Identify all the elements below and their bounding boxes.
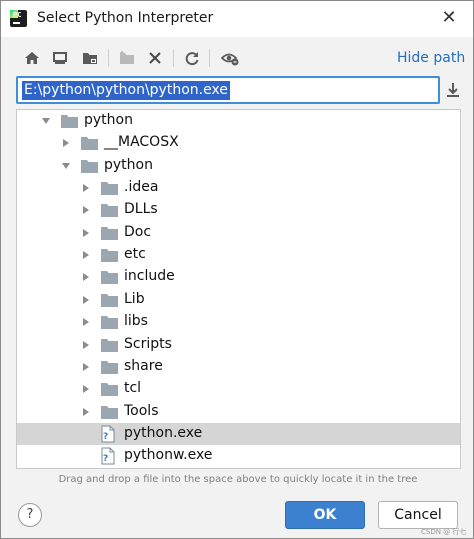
tree-folder-row[interactable]: etc xyxy=(17,244,460,266)
tree-item-label: Tools xyxy=(124,402,159,419)
folder-icon xyxy=(101,405,118,419)
toolbar-separator xyxy=(173,49,174,67)
toolbar-separator xyxy=(108,49,109,67)
tree-item-label: Doc xyxy=(124,223,152,240)
collapse-right-arrow-icon[interactable] xyxy=(81,228,91,238)
tree-folder-row[interactable]: libs xyxy=(17,311,460,333)
ok-button[interactable]: OK xyxy=(285,501,365,529)
dialog-title: Select Python Interpreter xyxy=(37,10,214,26)
folder-icon xyxy=(101,182,118,196)
cancel-button[interactable]: Cancel xyxy=(378,501,458,529)
tree-item-label: etc xyxy=(124,246,146,263)
path-input[interactable]: E:\python\python\python.exe xyxy=(16,76,440,104)
collapse-right-arrow-icon[interactable] xyxy=(81,205,91,215)
download-icon[interactable] xyxy=(445,81,461,99)
folder-icon xyxy=(101,271,118,285)
folder-icon xyxy=(101,226,118,240)
collapse-right-arrow-icon[interactable] xyxy=(81,183,91,193)
tree-folder-row[interactable]: share xyxy=(17,356,460,378)
tree-item-label: libs xyxy=(124,313,148,330)
home-icon[interactable] xyxy=(22,48,42,68)
folder-icon xyxy=(101,383,118,397)
svg-text:?: ? xyxy=(103,432,108,442)
title-bar: PC Select Python Interpreter ✕ xyxy=(1,1,473,37)
folder-icon xyxy=(101,360,118,374)
folder-icon xyxy=(61,115,78,128)
collapse-right-arrow-icon[interactable] xyxy=(81,384,91,394)
refresh-icon[interactable] xyxy=(182,48,202,68)
new-folder-icon[interactable] xyxy=(117,48,137,68)
delete-icon[interactable] xyxy=(145,48,165,68)
tree-item-label: python.exe xyxy=(124,424,203,441)
dialog-window: PC Select Python Interpreter ✕ Hide path xyxy=(0,0,474,539)
collapse-right-arrow-icon[interactable] xyxy=(81,250,91,260)
tree-folder-row[interactable]: .idea xyxy=(17,177,460,199)
tree-folder-row[interactable]: python xyxy=(17,155,460,177)
collapse-right-arrow-icon[interactable] xyxy=(81,295,91,305)
tree-folder-row[interactable]: Doc xyxy=(17,222,460,244)
tree-folder-row[interactable]: Scripts xyxy=(17,334,460,356)
tree-folder-row[interactable]: __MACOSX xyxy=(17,132,460,154)
collapse-right-arrow-icon[interactable] xyxy=(81,407,91,417)
folder-icon xyxy=(101,249,118,263)
folder-icon xyxy=(81,159,98,173)
tree-item-label: Lib xyxy=(124,290,145,307)
toolbar: Hide path xyxy=(1,41,474,75)
collapse-right-arrow-icon[interactable] xyxy=(81,362,91,372)
folder-icon xyxy=(101,293,118,307)
expand-down-arrow-icon[interactable] xyxy=(41,116,51,126)
file-tree[interactable]: python __MACOSX python .idea DLLs Doc etc inclu… xyxy=(16,109,461,469)
tree-item-label: pythonw.exe xyxy=(124,447,213,464)
tree-item-label: .idea xyxy=(124,179,159,196)
python-file-icon: ? xyxy=(101,447,115,465)
folder-icon xyxy=(81,137,98,151)
tree-folder-row[interactable]: Tools xyxy=(17,401,460,423)
tree-item-label: DLLs xyxy=(124,201,158,218)
tree-file-row[interactable]: ? python.exe xyxy=(17,422,460,445)
tree-item-label: share xyxy=(124,357,163,374)
tree-file-row[interactable]: ? pythonw.exe xyxy=(17,445,460,467)
collapse-right-arrow-icon[interactable] xyxy=(81,317,91,327)
project-folder-icon[interactable] xyxy=(80,48,100,68)
toolbar-separator xyxy=(209,49,210,67)
show-hidden-icon[interactable] xyxy=(220,48,240,68)
tree-item-label: python xyxy=(104,156,153,173)
tree-folder-row[interactable]: tcl xyxy=(17,378,460,400)
drag-drop-hint: Drag and drop a file into the space abov… xyxy=(58,474,418,485)
tree-folder-row[interactable]: include xyxy=(17,266,460,288)
help-button[interactable]: ? xyxy=(18,503,42,527)
pycharm-icon: PC xyxy=(10,10,27,27)
watermark: CSDN @ 行七 xyxy=(421,528,467,536)
desktop-icon[interactable] xyxy=(50,48,70,68)
tree-item-label: tcl xyxy=(124,380,142,397)
tree-item-label: Scripts xyxy=(124,335,172,352)
folder-icon xyxy=(101,338,118,352)
collapse-right-arrow-icon[interactable] xyxy=(61,138,71,148)
close-icon[interactable]: ✕ xyxy=(437,6,461,30)
svg-text:?: ? xyxy=(103,454,108,464)
folder-icon xyxy=(101,204,118,218)
tree-folder-row[interactable]: Lib xyxy=(17,289,460,311)
hide-path-link[interactable]: Hide path xyxy=(397,50,465,66)
folder-icon xyxy=(101,316,118,330)
tree-folder-row[interactable]: DLLs xyxy=(17,199,460,221)
expand-down-arrow-icon[interactable] xyxy=(61,161,71,171)
collapse-right-arrow-icon[interactable] xyxy=(81,340,91,350)
path-input-value: E:\python\python\python.exe xyxy=(22,81,230,100)
tree-item-label: __MACOSX xyxy=(104,134,179,151)
tree-item-label: python xyxy=(84,112,133,128)
collapse-right-arrow-icon[interactable] xyxy=(81,272,91,282)
python-file-icon: ? xyxy=(101,425,115,443)
tree-item-label: include xyxy=(124,268,175,285)
tree-folder-row[interactable]: python xyxy=(17,110,460,132)
